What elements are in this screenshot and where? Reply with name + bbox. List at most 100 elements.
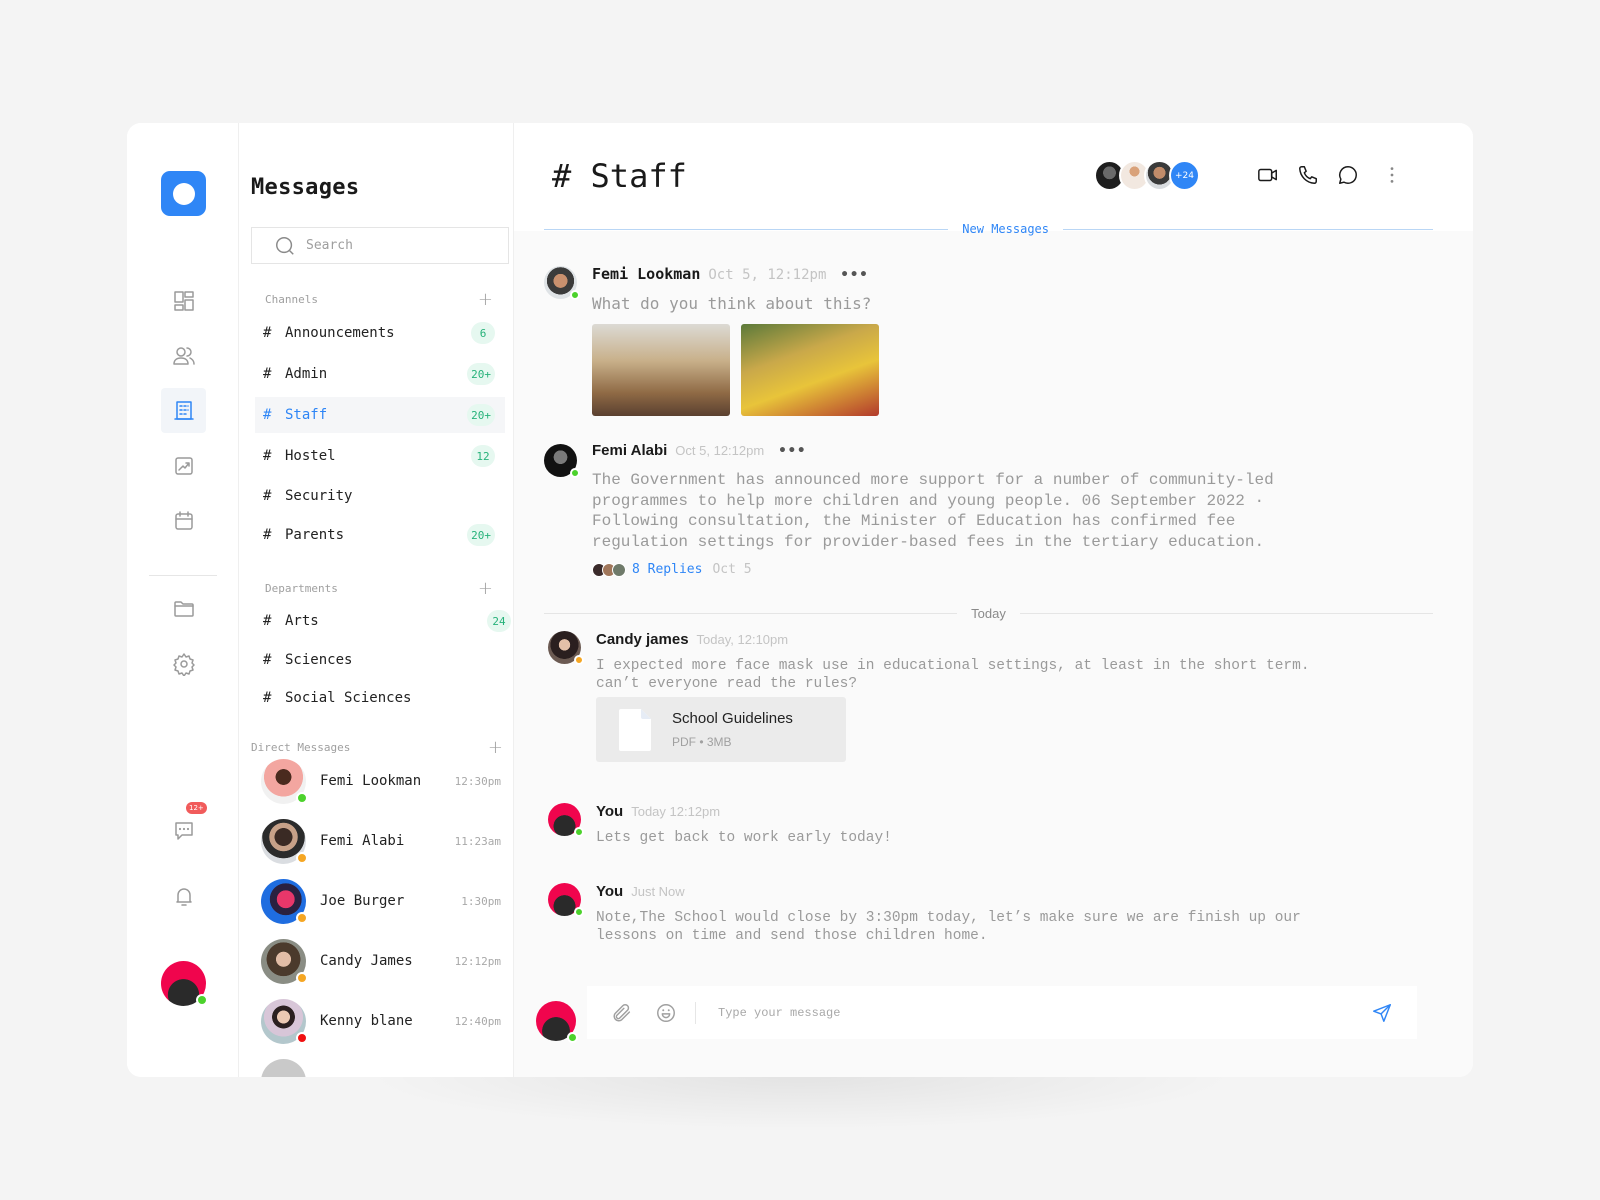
channels-label: Channels: [265, 293, 318, 306]
add-direct-message-button[interactable]: +: [488, 737, 503, 758]
channel-item[interactable]: # Announcements 6: [255, 315, 505, 351]
dm-item[interactable]: Candy James 12:12pm: [261, 936, 501, 986]
nav-notifications[interactable]: [161, 873, 206, 918]
divider-line: [1063, 228, 1433, 230]
message-actions-button[interactable]: •••: [778, 443, 806, 459]
message-avatar[interactable]: [544, 444, 580, 478]
channel-item[interactable]: # Parents 20+: [255, 517, 505, 553]
building-icon: [173, 400, 194, 420]
channel-item[interactable]: # Admin 20+: [255, 356, 505, 392]
dm-time: 12:12pm: [454, 954, 501, 968]
nav-building[interactable]: [161, 388, 206, 433]
nav-settings[interactable]: [161, 641, 206, 686]
nav-calendar[interactable]: [161, 498, 206, 543]
replies-count[interactable]: 8 Replies: [632, 562, 702, 577]
hash-icon: #: [263, 407, 272, 423]
channel-item[interactable]: # Hostel 12: [255, 438, 505, 474]
department-item[interactable]: # Social Sciences: [255, 680, 505, 716]
nav-chat[interactable]: 12+: [161, 802, 207, 853]
video-call-button[interactable]: [1254, 161, 1282, 189]
dm-item[interactable]: Femi Lookman 12:30pm: [261, 756, 501, 806]
chart-icon: [174, 456, 193, 475]
composer-divider: [695, 1001, 696, 1024]
add-channel-button[interactable]: +: [478, 289, 493, 310]
department-item[interactable]: # Arts 24: [255, 603, 513, 639]
dm-item[interactable]: Femi Alabi 11:23am: [261, 816, 501, 866]
dm-avatar: [261, 818, 308, 864]
logo-dot: [172, 182, 195, 205]
hash-icon: #: [263, 652, 272, 668]
attachment-image-classroom[interactable]: [592, 324, 730, 416]
more-members-count[interactable]: +24: [1169, 160, 1200, 191]
dm-avatar: [261, 758, 308, 804]
member-avatars[interactable]: +24: [1094, 160, 1200, 191]
channel-item[interactable]: # Security: [255, 478, 505, 514]
hash-icon: #: [263, 690, 272, 706]
message-body: I expected more face mask use in educati…: [596, 658, 1310, 692]
hash-icon: #: [263, 613, 272, 629]
add-department-button[interactable]: +: [478, 578, 493, 599]
dm-item[interactable]: Joe Burger 1:30pm: [261, 876, 501, 926]
settings-icon: [172, 652, 195, 676]
document-icon: [618, 708, 652, 752]
divider-line: [544, 612, 958, 614]
replies-time: Oct 5: [712, 562, 752, 577]
direct-messages-label: Direct Messages: [251, 741, 351, 754]
file-attachment[interactable]: School Guidelines PDF • 3MB: [596, 697, 846, 762]
emoji-button[interactable]: [653, 1000, 679, 1026]
dm-time: 12:30pm: [454, 774, 501, 788]
nav-dashboard[interactable]: [161, 278, 206, 323]
online-status-dot: [196, 994, 208, 1006]
online-status-dot: [574, 827, 584, 837]
dm-item[interactable]: Kenny blane 12:40pm: [261, 996, 501, 1046]
nav-users[interactable]: [161, 333, 206, 378]
dm-avatar: [261, 1058, 306, 1077]
attachment-image-students[interactable]: [741, 324, 879, 416]
message-author[interactable]: You: [596, 803, 623, 820]
nav-files[interactable]: [161, 586, 206, 631]
attach-button[interactable]: [609, 1000, 635, 1026]
message-author[interactable]: You: [596, 883, 623, 900]
message-avatar[interactable]: [544, 266, 580, 300]
search-input[interactable]: [306, 238, 486, 253]
more-options-button[interactable]: [1378, 161, 1406, 189]
search-box[interactable]: [251, 227, 509, 264]
dm-name: Candy James: [320, 953, 413, 969]
users-icon: [172, 346, 195, 365]
channel-name: Hostel: [285, 448, 336, 464]
message-avatar[interactable]: [548, 631, 584, 665]
current-user-avatar[interactable]: [161, 961, 208, 1006]
channel-title-text: Staff: [590, 157, 687, 195]
channel-item-active[interactable]: # Staff 20+: [255, 397, 505, 433]
message-author[interactable]: Femi Lookman: [592, 265, 700, 283]
dm-avatar: [261, 938, 308, 984]
message-avatar[interactable]: [548, 883, 584, 917]
message-time: Today 12:12pm: [631, 804, 721, 819]
unread-badge: 12: [471, 445, 495, 467]
away-status-dot: [296, 851, 308, 864]
dm-name: Femi Lookman: [320, 773, 422, 789]
folder-icon: [173, 600, 194, 617]
thread-replies[interactable]: 8 Replies Oct 5: [592, 562, 752, 577]
department-item[interactable]: # Sciences: [255, 642, 505, 678]
send-button[interactable]: [1369, 1000, 1395, 1026]
message-author[interactable]: Candy james: [596, 631, 689, 648]
message-actions-button[interactable]: •••: [840, 267, 868, 283]
new-messages-label: New Messages: [962, 222, 1049, 236]
nav-analytics[interactable]: [161, 443, 206, 488]
dm-item-partial[interactable]: [261, 1056, 501, 1077]
chat-notification-badge: 12+: [186, 802, 207, 814]
hash-icon: #: [263, 527, 272, 543]
message-avatar[interactable]: [548, 803, 584, 837]
message-author[interactable]: Femi Alabi: [592, 442, 667, 459]
chat-area: # Staff +24 New Messages Femi Lookman Oc…: [514, 123, 1473, 1077]
channel-title: # Staff: [552, 157, 687, 195]
voice-call-button[interactable]: [1294, 161, 1322, 189]
unread-badge: 20+: [467, 363, 495, 385]
today-label: Today: [971, 605, 1006, 621]
direct-messages-header: Direct Messages +: [251, 737, 503, 758]
thread-button[interactable]: [1334, 161, 1362, 189]
file-meta: PDF • 3MB: [672, 735, 732, 749]
message-input[interactable]: [718, 1005, 1369, 1020]
app-logo[interactable]: [161, 171, 206, 216]
